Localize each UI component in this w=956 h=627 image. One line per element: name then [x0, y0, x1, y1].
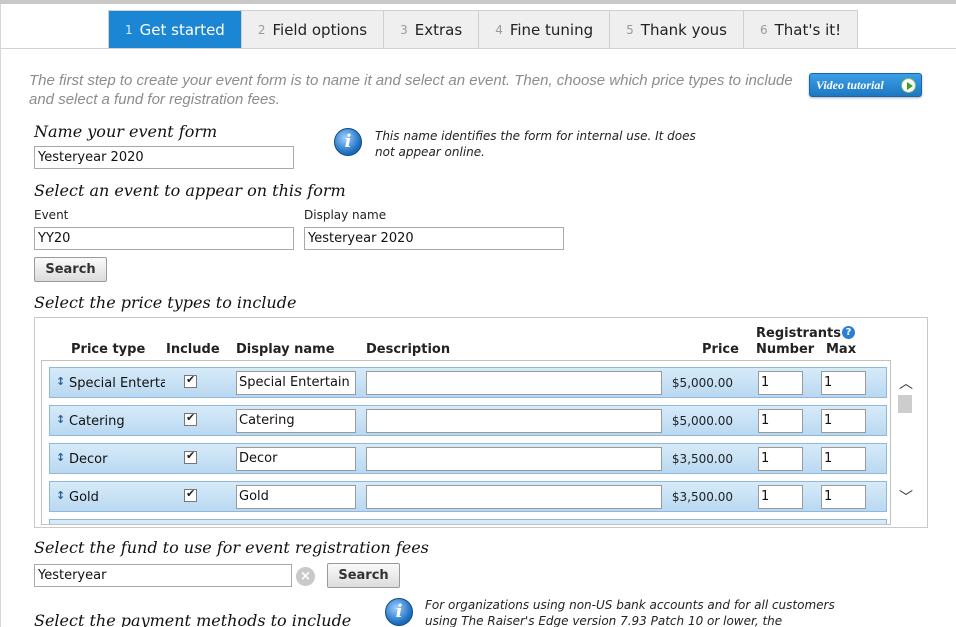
max-field[interactable]: 1 — [821, 447, 866, 471]
drag-handle-icon[interactable]: ↕ — [56, 375, 65, 388]
display-name-input[interactable]: Yesteryear 2020 — [304, 227, 564, 250]
form-name-input[interactable]: Yesteryear 2020 — [34, 146, 294, 169]
event-search-button[interactable]: Search — [34, 257, 107, 282]
info-icon: i — [385, 598, 413, 626]
price-type-name: Special Entertai — [69, 376, 165, 391]
display-name-field[interactable]: Decor — [236, 447, 356, 471]
tab-label: Extras — [414, 20, 463, 39]
col-description: Description — [366, 342, 451, 357]
number-field[interactable]: 1 — [758, 447, 803, 471]
tab-get-started[interactable]: 1 Get started — [109, 11, 242, 48]
col-registrants: Registrants — [756, 326, 841, 341]
col-display-name: Display name — [236, 342, 335, 357]
price-type-name: Gold — [69, 490, 99, 505]
scroll-thumb[interactable] — [898, 395, 912, 413]
video-tutorial-label: Video tutorial — [816, 77, 884, 92]
col-max: Max — [826, 342, 857, 357]
frame-edge — [0, 4, 1, 627]
tab-label: Thank yous — [640, 20, 727, 39]
price-type-name: Catering — [69, 414, 125, 429]
video-tutorial-button[interactable]: Video tutorial — [809, 73, 922, 97]
event-input[interactable]: YY20 — [34, 227, 294, 250]
col-include: Include — [166, 342, 220, 357]
col-price: Price — [702, 342, 739, 357]
description-field[interactable] — [366, 371, 662, 395]
description-field[interactable] — [366, 447, 662, 471]
payment-methods-heading: Select the payment methods to include — [34, 611, 352, 627]
payment-info: For organizations using non-US bank acco… — [425, 598, 835, 627]
display-name-field[interactable]: Special Entertain — [236, 371, 356, 395]
clear-icon[interactable]: × — [296, 567, 315, 586]
price-rows-scroll[interactable]: ↕ Special Entertai Special Entertain $5,… — [41, 360, 891, 525]
tab-extras[interactable]: 3 Extras — [384, 11, 480, 48]
max-field[interactable]: 1 — [821, 409, 866, 433]
play-icon — [901, 78, 916, 93]
event-label: Event — [34, 208, 69, 222]
table-row[interactable]: ↕ Decor Decor $3,500.00 1 1 — [49, 443, 887, 474]
max-field[interactable]: 1 — [821, 485, 866, 509]
tab-field-options[interactable]: 2 Field options — [241, 11, 385, 48]
tab-number: 3 — [400, 22, 408, 37]
fund-search-button[interactable]: Search — [327, 563, 400, 588]
price-type-name: Decor — [69, 452, 108, 467]
price-table-scrollbar[interactable]: ︿ ﹀ — [897, 373, 915, 509]
include-checkbox[interactable] — [184, 373, 197, 388]
chevron-down-icon[interactable]: ﹀ — [899, 487, 913, 507]
tab-label: Get started — [139, 20, 225, 39]
tab-fine-tuning[interactable]: 4 Fine tuning — [479, 11, 611, 48]
table-row[interactable] — [49, 519, 887, 524]
name-form-heading: Name your event form — [34, 122, 218, 141]
tab-number: 2 — [257, 22, 266, 37]
select-event-heading: Select an event to appear on this form — [34, 181, 346, 200]
max-field[interactable]: 1 — [821, 371, 866, 395]
tab-label: Field options — [272, 20, 368, 39]
table-row[interactable]: ↕ Gold Gold $3,500.00 1 1 — [49, 481, 887, 512]
tab-number: 5 — [626, 22, 634, 37]
col-price-type: Price type — [71, 342, 146, 357]
price-value: $3,500.00 — [671, 490, 733, 504]
display-name-field[interactable]: Catering — [236, 409, 356, 433]
tab-thank-yous[interactable]: 5 Thank yous — [610, 11, 744, 48]
number-field[interactable]: 1 — [758, 371, 803, 395]
tab-number: 6 — [759, 22, 768, 37]
drag-handle-icon[interactable]: ↕ — [56, 413, 65, 426]
price-value: $5,000.00 — [671, 414, 733, 428]
include-checkbox[interactable] — [184, 487, 197, 502]
fund-heading: Select the fund to use for event registr… — [34, 538, 429, 557]
price-types-heading: Select the price types to include — [34, 293, 297, 312]
intro-text: The first step to create your event form… — [29, 72, 793, 108]
description-field[interactable] — [366, 485, 662, 509]
drag-handle-icon[interactable]: ↕ — [56, 451, 65, 464]
number-field[interactable]: 1 — [758, 409, 803, 433]
display-name-label: Display name — [304, 208, 387, 222]
description-field[interactable] — [366, 409, 662, 433]
info-icon: i — [334, 128, 362, 156]
tab-number: 1 — [125, 22, 133, 37]
include-checkbox[interactable] — [184, 411, 197, 426]
table-row[interactable]: ↕ Special Entertai Special Entertain $5,… — [49, 367, 887, 398]
help-icon[interactable]: ? — [842, 326, 855, 339]
include-checkbox[interactable] — [184, 449, 197, 464]
drag-handle-icon[interactable]: ↕ — [56, 489, 65, 502]
fund-input[interactable]: Yesteryear — [34, 564, 292, 587]
form-name-info: This name identifies the form for intern… — [375, 129, 696, 159]
col-number: Number — [756, 342, 815, 357]
price-value: $5,000.00 — [671, 376, 733, 390]
tab-number: 4 — [495, 22, 503, 37]
tab-label: That's it! — [774, 20, 842, 39]
price-types-table: Price type Include Display name Descript… — [34, 317, 928, 528]
display-name-field[interactable]: Gold — [236, 485, 356, 509]
number-field[interactable]: 1 — [758, 485, 803, 509]
price-value: $3,500.00 — [671, 452, 733, 466]
wizard-tabs: 1 Get started 2 Field options 3 Extras 4… — [108, 10, 859, 48]
table-row[interactable]: ↕ Catering Catering $5,000.00 1 1 — [49, 405, 887, 436]
tab-label: Fine tuning — [509, 20, 594, 39]
chevron-up-icon[interactable]: ︿ — [899, 373, 913, 393]
tab-thats-it[interactable]: 6 That's it! — [743, 11, 858, 48]
top-bar — [0, 0, 956, 4]
tab-divider — [0, 48, 956, 49]
